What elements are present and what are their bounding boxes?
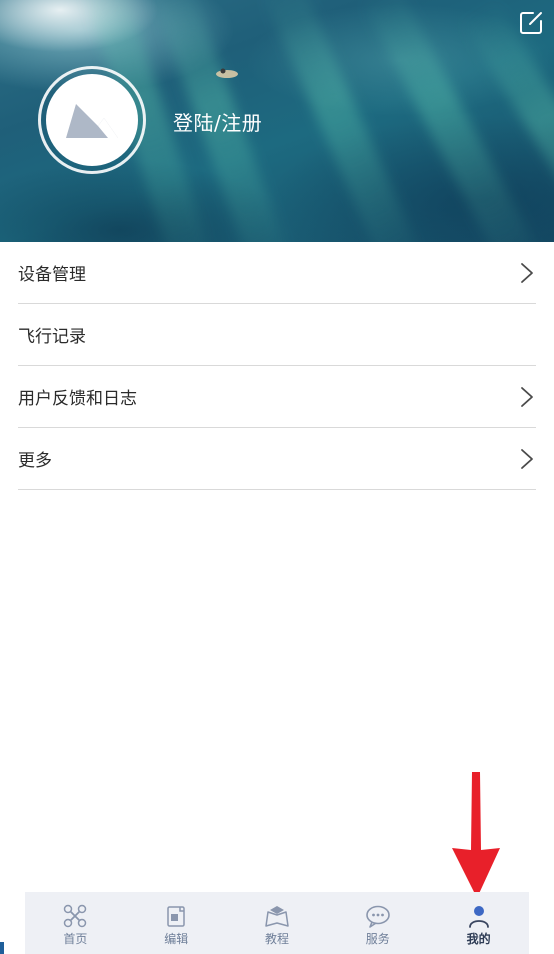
tab-label: 我的 — [466, 932, 491, 946]
chevron-right-icon — [521, 386, 533, 407]
tutorial-cap-icon — [265, 906, 289, 927]
menu-item-label: 飞行记录 — [18, 327, 86, 347]
drone-icon — [64, 904, 87, 928]
tab-edit[interactable]: 编辑 — [126, 892, 227, 954]
menu-item-more[interactable]: 更多 — [18, 428, 536, 490]
chevron-right-icon — [521, 262, 533, 283]
tab-tutorial[interactable]: 教程 — [227, 892, 328, 954]
tab-service[interactable]: 服务 — [327, 892, 428, 954]
menu-item-label: 用户反馈和日志 — [18, 389, 137, 409]
chat-bubble-icon — [365, 905, 390, 928]
screen-edge-marker — [0, 942, 4, 954]
person-icon — [468, 906, 489, 928]
menu-item-feedback-logs[interactable]: 用户反馈和日志 — [18, 366, 536, 428]
avatar[interactable] — [38, 66, 146, 174]
menu-item-label: 设备管理 — [18, 265, 86, 285]
tab-home[interactable]: 首页 — [25, 892, 126, 954]
menu-item-flight-records[interactable]: 飞行记录 — [18, 304, 536, 366]
menu-item-label: 更多 — [18, 451, 52, 471]
login-register-link[interactable]: 登陆/注册 — [173, 107, 262, 136]
edit-icon — [520, 12, 542, 34]
chevron-right-icon — [521, 448, 533, 469]
tab-mine[interactable]: 我的 — [428, 892, 529, 954]
avatar-placeholder-icon — [66, 104, 118, 138]
avatar-inner — [46, 74, 138, 166]
tab-label: 编辑 — [164, 932, 189, 946]
tab-label: 教程 — [264, 932, 289, 946]
edit-profile-button[interactable] — [518, 10, 544, 36]
profile-page: 登陆/注册 设备管理 飞行记录 用户反馈和日志 更多 首页 编辑 教程 服务 我… — [0, 0, 554, 954]
edit-media-icon — [167, 906, 185, 927]
tab-label: 首页 — [63, 932, 88, 946]
profile-header: 登陆/注册 — [0, 0, 554, 242]
surfer-speck — [216, 68, 238, 78]
annotation-arrow — [452, 772, 500, 898]
settings-menu: 设备管理 飞行记录 用户反馈和日志 更多 — [18, 242, 536, 490]
bottom-tab-bar: 首页 编辑 教程 服务 我的 — [25, 892, 529, 954]
menu-item-device-management[interactable]: 设备管理 — [18, 242, 536, 304]
tab-label: 服务 — [365, 932, 390, 946]
